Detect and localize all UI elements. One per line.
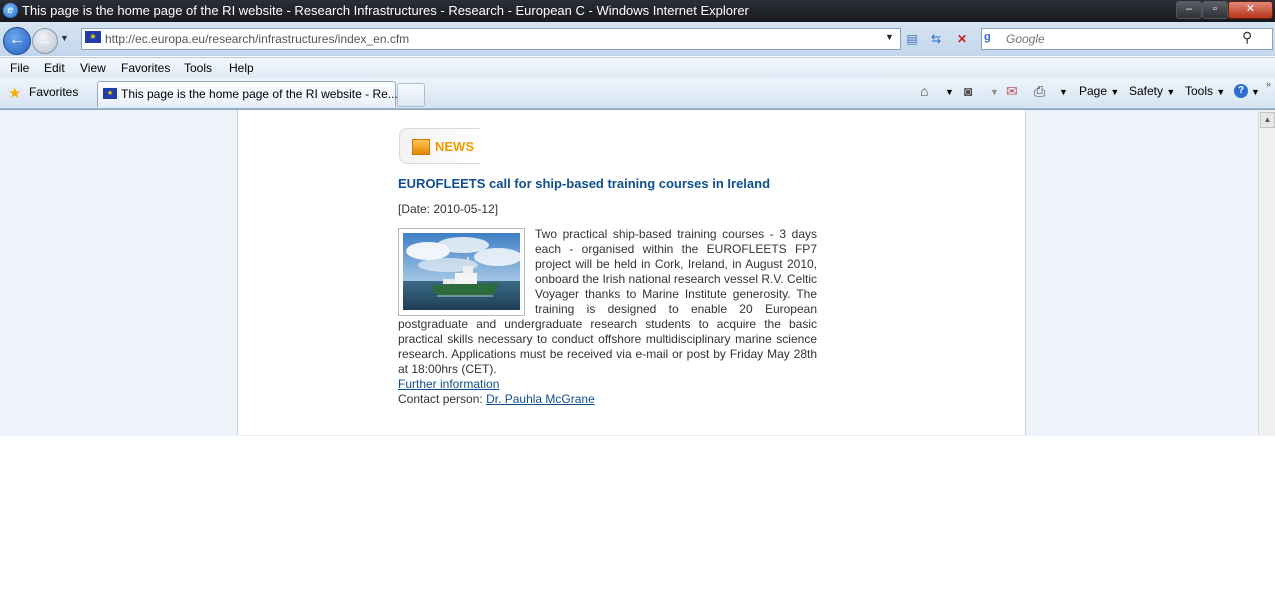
article-date: [Date: 2010-05-12] bbox=[398, 202, 499, 216]
stop-icon[interactable]: ✕ bbox=[952, 29, 972, 49]
close-button[interactable]: ✕ bbox=[1228, 1, 1273, 19]
help-icon[interactable]: ? bbox=[1234, 84, 1248, 98]
tab-eu-flag-icon: ★ bbox=[103, 88, 117, 99]
chevron-more-icon[interactable]: » bbox=[1266, 79, 1271, 89]
print-dropdown[interactable]: ▼ bbox=[1059, 87, 1068, 97]
google-icon: g bbox=[984, 31, 991, 43]
feeds-dropdown[interactable]: ▼ bbox=[990, 87, 999, 97]
further-information-link[interactable]: Further information bbox=[398, 377, 499, 391]
menu-help[interactable]: Help bbox=[229, 61, 254, 75]
page-menu-label: Page bbox=[1079, 84, 1108, 98]
contact-line: Contact person: Dr. Pauhla McGrane bbox=[398, 392, 595, 406]
refresh-icon[interactable]: ⇆ bbox=[926, 29, 946, 49]
home-dropdown[interactable]: ▼ bbox=[945, 87, 954, 97]
contact-person-link[interactable]: Dr. Pauhla McGrane bbox=[486, 392, 595, 406]
search-icon[interactable]: ⚲ bbox=[1242, 29, 1252, 46]
feeds-icon[interactable]: ◙ bbox=[964, 83, 972, 99]
chevron-down-icon: ▼ bbox=[1216, 87, 1226, 97]
article-title: EUROFLEETS call for ship-based training … bbox=[398, 176, 771, 191]
news-heading: NEWS bbox=[435, 139, 474, 154]
chevron-down-icon: ▼ bbox=[1110, 87, 1120, 97]
maximize-button[interactable]: ▫ bbox=[1202, 1, 1228, 19]
search-placeholder[interactable]: Google bbox=[1006, 32, 1045, 46]
favorites-button[interactable]: Favorites bbox=[29, 85, 78, 99]
read-mail-icon[interactable]: ✉ bbox=[1006, 83, 1018, 100]
help-dropdown[interactable]: ▼ bbox=[1251, 87, 1260, 97]
chevron-down-icon: ▼ bbox=[1166, 87, 1176, 97]
print-icon[interactable]: ⎙ bbox=[1034, 83, 1045, 100]
news-box-icon bbox=[412, 139, 430, 155]
forward-button[interactable]: → bbox=[32, 28, 58, 54]
new-tab-button[interactable] bbox=[397, 83, 425, 107]
menu-favorites[interactable]: Favorites bbox=[121, 61, 170, 75]
safety-menu[interactable]: Safety ▼ bbox=[1129, 84, 1175, 98]
menu-view[interactable]: View bbox=[80, 61, 106, 75]
address-dropdown[interactable]: ▼ bbox=[885, 32, 894, 42]
contact-label: Contact person: bbox=[398, 392, 483, 406]
recent-pages-dropdown[interactable]: ▼ bbox=[60, 33, 69, 43]
page-menu[interactable]: Page ▼ bbox=[1079, 84, 1119, 98]
home-icon[interactable]: ⌂ bbox=[920, 83, 928, 99]
address-url[interactable]: http://ec.europa.eu/research/infrastruct… bbox=[105, 32, 409, 46]
minimize-button[interactable]: – bbox=[1176, 1, 1202, 19]
research-vessel-photo bbox=[403, 233, 520, 310]
tools-menu-label: Tools bbox=[1185, 84, 1214, 98]
menu-edit[interactable]: Edit bbox=[44, 61, 65, 75]
safety-menu-label: Safety bbox=[1129, 84, 1164, 98]
tools-menu[interactable]: Tools ▼ bbox=[1185, 84, 1225, 98]
back-button[interactable]: ← bbox=[3, 27, 31, 55]
ie-logo-icon: e bbox=[3, 3, 18, 18]
vertical-scrollbar[interactable] bbox=[1258, 110, 1275, 435]
menu-file[interactable]: File bbox=[10, 61, 29, 75]
menu-tools[interactable]: Tools bbox=[184, 61, 212, 75]
favorites-star-icon[interactable]: ★ bbox=[8, 84, 21, 102]
window-title: This page is the home page of the RI web… bbox=[22, 3, 749, 18]
eu-flag-icon: ★ bbox=[85, 31, 101, 43]
active-tab-label[interactable]: This page is the home page of the RI web… bbox=[121, 87, 398, 101]
scroll-up-button[interactable]: ▲ bbox=[1260, 112, 1275, 128]
compatibility-view-icon[interactable]: ▤ bbox=[902, 29, 922, 49]
